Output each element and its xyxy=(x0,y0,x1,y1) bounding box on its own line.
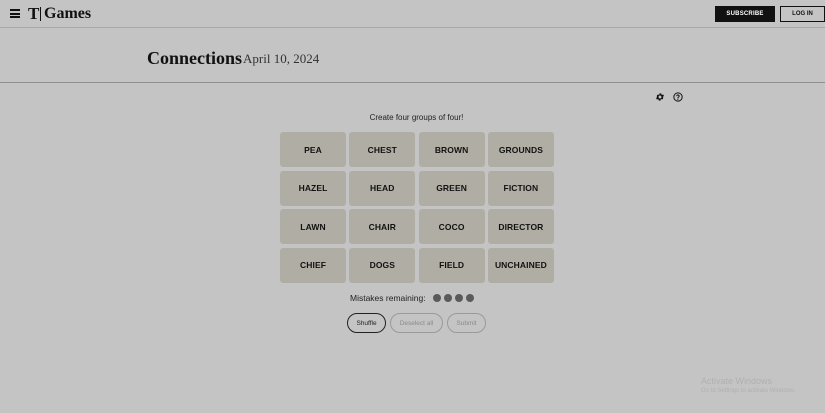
puzzle-date: April 10, 2024 xyxy=(243,51,320,66)
word-tile[interactable]: DOGS xyxy=(349,247,416,283)
page-title: Connections xyxy=(147,48,243,68)
mistakes-indicator: Mistakes remaining: xyxy=(350,292,477,304)
word-tile[interactable]: FICTION xyxy=(487,170,554,206)
word-tile[interactable]: BROWN xyxy=(418,132,485,167)
gear-icon[interactable] xyxy=(655,89,665,101)
deselect-all-button[interactable]: Deselect all xyxy=(390,313,443,333)
login-button[interactable]: LOG IN xyxy=(780,6,825,22)
word-tile[interactable]: FIELD xyxy=(418,247,485,283)
help-icon[interactable] xyxy=(673,89,683,102)
logo-divider xyxy=(40,7,41,21)
word-tile[interactable]: CHIEF xyxy=(280,247,346,283)
top-bar: T Games SUBSCRIBE LOG IN xyxy=(0,0,825,28)
menu-icon[interactable] xyxy=(10,9,20,18)
games-logo[interactable]: Games xyxy=(44,5,91,23)
word-tile[interactable]: HAZEL xyxy=(280,170,346,206)
word-tile[interactable]: GREEN xyxy=(418,170,485,206)
submit-button[interactable]: Submit xyxy=(447,313,486,333)
nyt-logo-mark[interactable]: T xyxy=(28,5,39,22)
word-tile[interactable]: HEAD xyxy=(349,170,416,206)
shuffle-button[interactable]: Shuffle xyxy=(347,313,386,333)
word-tile[interactable]: DIRECTOR xyxy=(487,209,554,245)
mistake-dots xyxy=(432,294,477,302)
mistake-dot xyxy=(432,294,441,302)
title-bar: Connections April 10, 2024 xyxy=(0,28,825,83)
word-tile[interactable]: UNCHAINED xyxy=(487,247,554,283)
mistake-dot xyxy=(443,294,452,302)
word-grid: PEA CHEST BROWN GROUNDS HAZEL HEAD GREEN… xyxy=(280,132,554,283)
word-tile[interactable]: CHAIR xyxy=(349,209,416,245)
word-tile[interactable]: LAWN xyxy=(280,209,346,245)
word-tile[interactable]: COCO xyxy=(418,209,485,245)
activation-watermark: Activate Windows Go to Settings to activ… xyxy=(701,376,796,395)
mistake-dot xyxy=(465,294,474,302)
watermark-subtitle: Go to Settings to activate Windows. xyxy=(701,388,796,394)
subscribe-button[interactable]: SUBSCRIBE xyxy=(715,6,775,22)
word-tile[interactable]: GROUNDS xyxy=(487,132,554,167)
mistakes-label: Mistakes remaining: xyxy=(350,293,426,303)
instructions-text: Create four groups of four! xyxy=(369,113,464,122)
action-buttons: Shuffle Deselect all Submit xyxy=(347,313,486,333)
word-tile[interactable]: PEA xyxy=(280,132,346,167)
watermark-title: Activate Windows xyxy=(701,376,773,386)
mistake-dot xyxy=(454,294,463,302)
word-tile[interactable]: CHEST xyxy=(349,132,416,167)
